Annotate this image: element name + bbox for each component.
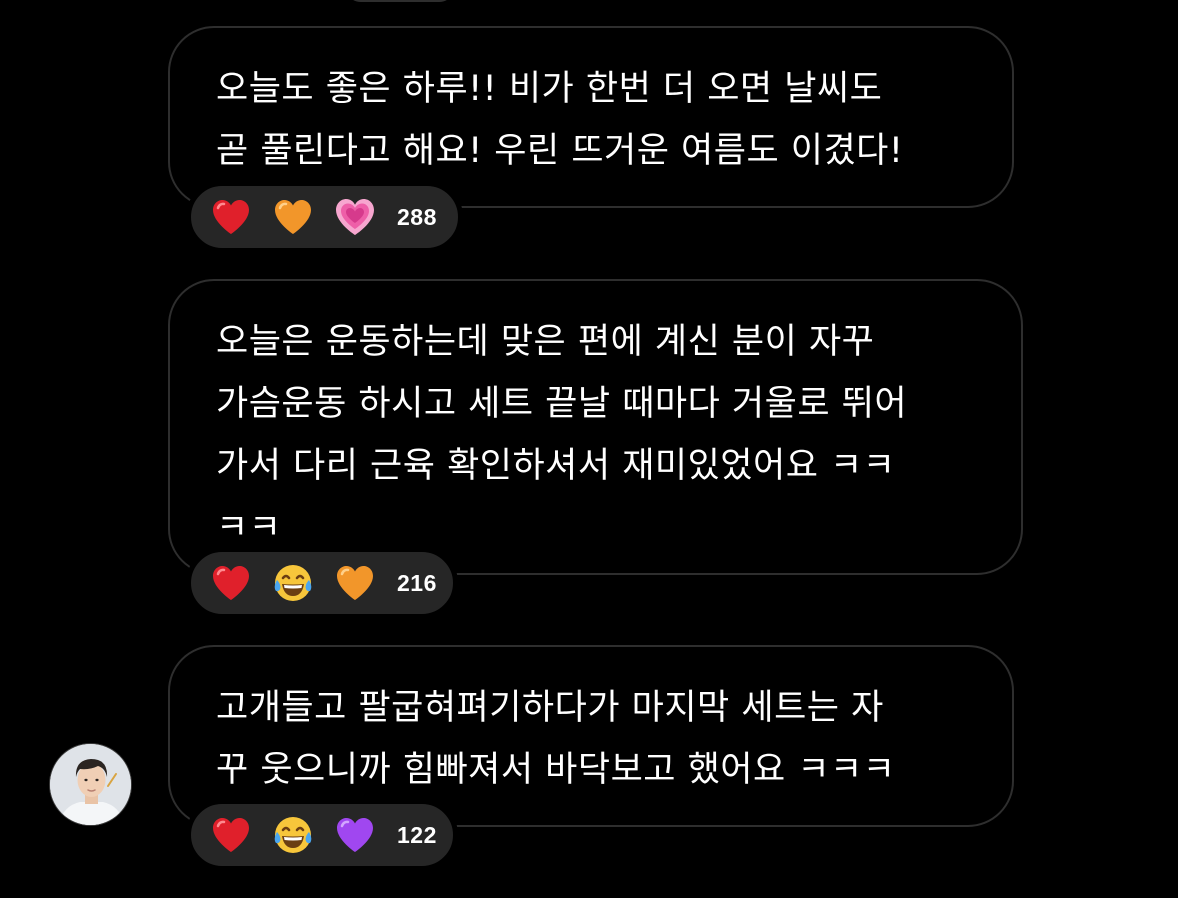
- red-heart-icon: [209, 813, 253, 857]
- reaction-count: 288: [397, 203, 437, 230]
- previous-message-edge: [345, 0, 455, 2]
- reactions-bar[interactable]: 216: [186, 547, 458, 619]
- avatar-photo: [50, 744, 131, 825]
- purple-heart-icon: [333, 813, 377, 857]
- growing-heart-icon: [333, 195, 377, 239]
- red-heart-icon: [209, 561, 253, 605]
- message-text: 오늘도 좋은 하루!! 비가 한번 더 오면 날씨도 곧 풀린다고 해요! 우린…: [216, 69, 904, 171]
- message-text: 오늘은 운동하는데 맞은 편에 계신 분이 자꾸 가슴운동 하시고 세트 끝날 …: [216, 322, 908, 548]
- message-text: 고개들고 팔굽혀펴기하다가 마지막 세트는 자 꾸 웃으니까 힘빠져서 바닥보고…: [216, 688, 896, 790]
- reactions-bar[interactable]: 122: [186, 799, 458, 871]
- reaction-count: 122: [397, 821, 437, 848]
- sender-avatar[interactable]: [49, 743, 132, 826]
- message-bubble[interactable]: 오늘은 운동하는데 맞은 편에 계신 분이 자꾸 가슴운동 하시고 세트 끝날 …: [168, 279, 1023, 575]
- tears-of-joy-icon: [271, 561, 315, 605]
- orange-heart-icon: [271, 195, 315, 239]
- reactions-bar[interactable]: 288: [186, 181, 463, 253]
- reaction-count: 216: [397, 569, 437, 596]
- red-heart-icon: [209, 195, 253, 239]
- tears-of-joy-icon: [271, 813, 315, 857]
- orange-heart-icon: [333, 561, 377, 605]
